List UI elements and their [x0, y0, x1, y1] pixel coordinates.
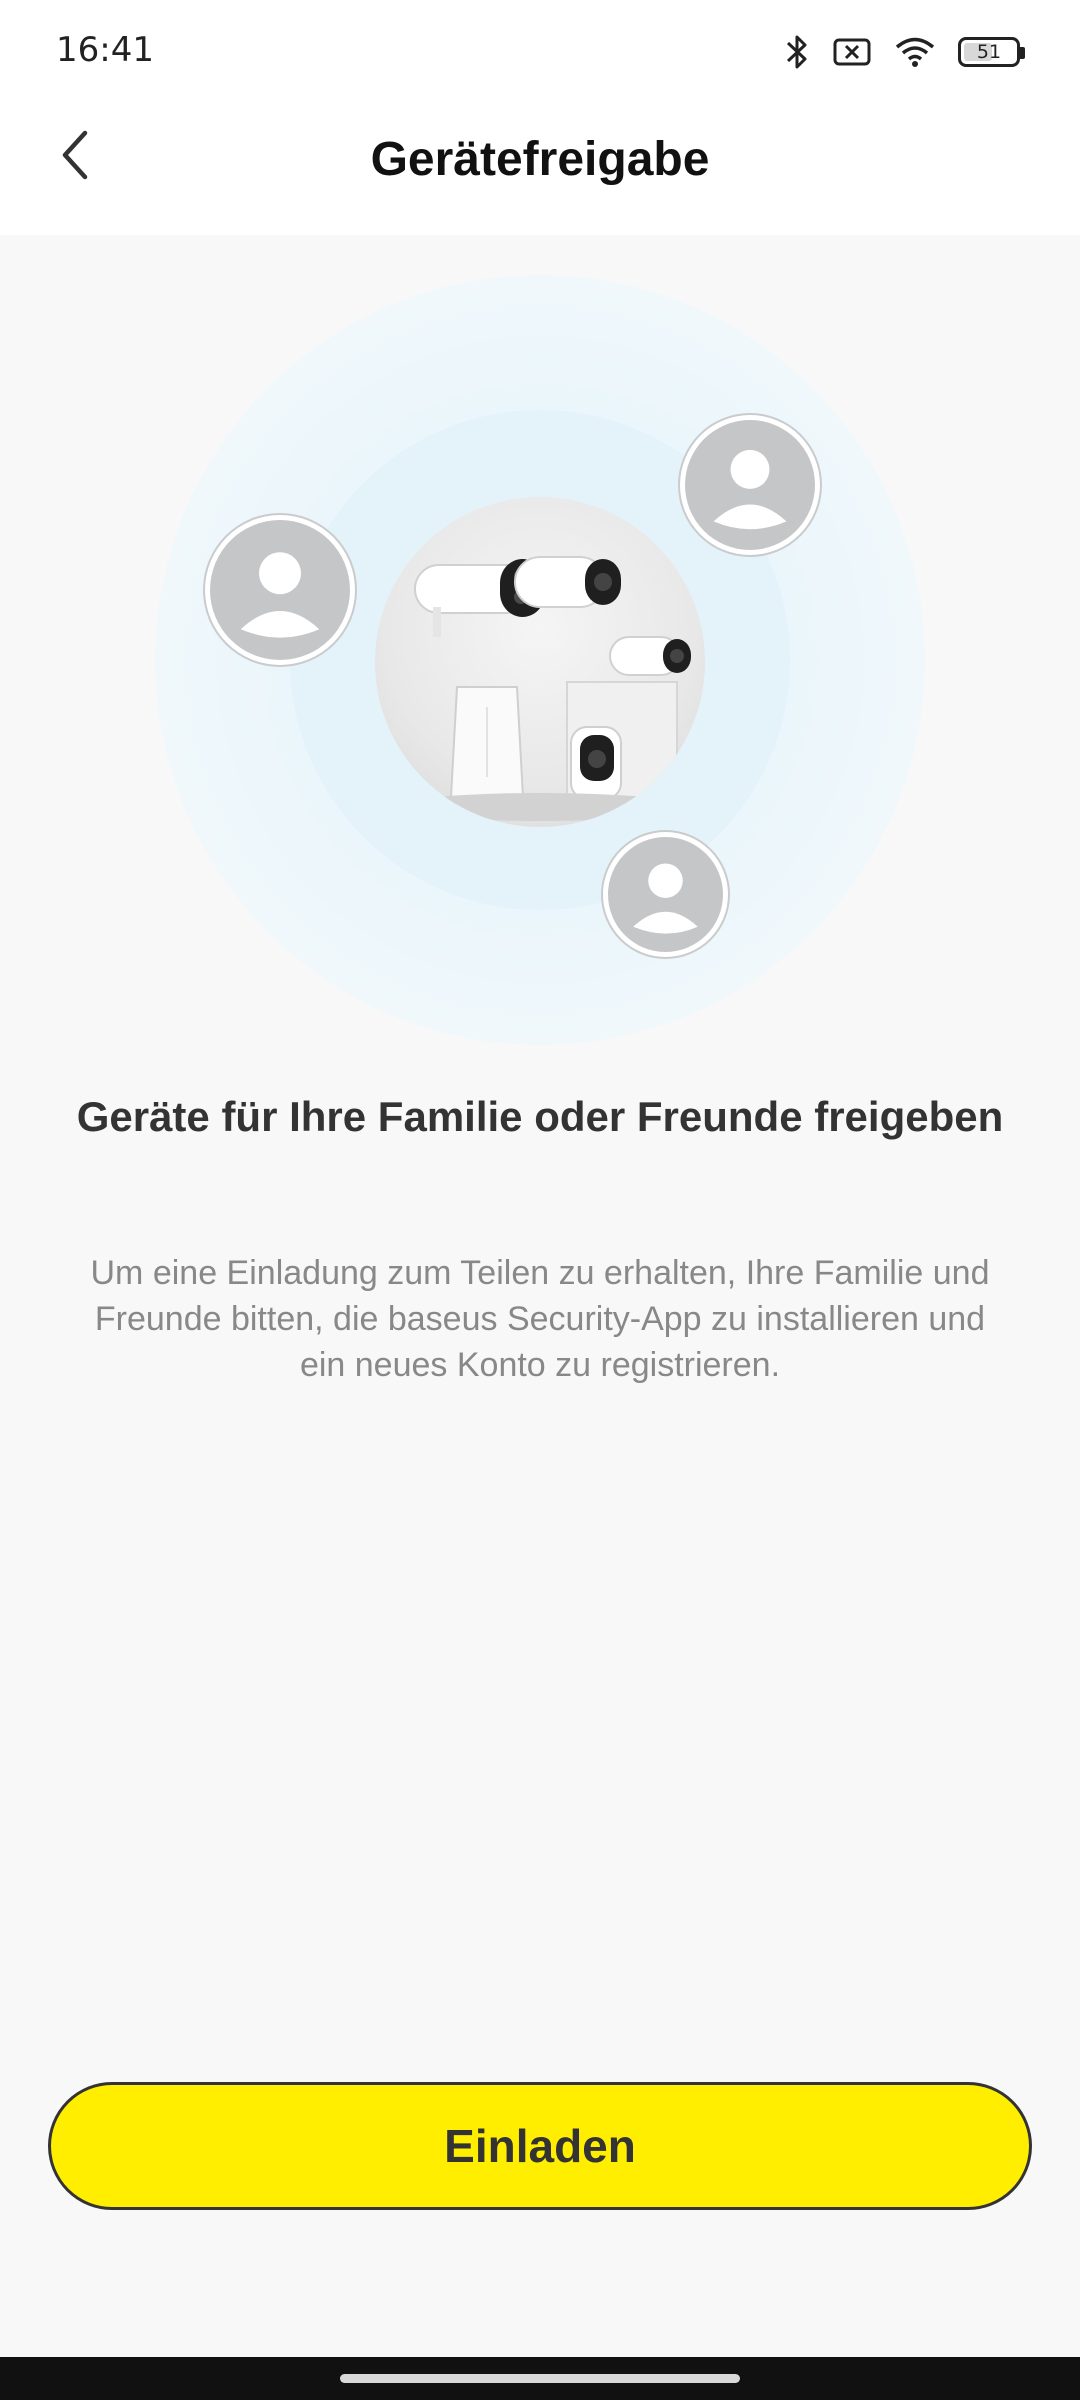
status-bar: 16:41 51 [0, 0, 1080, 100]
user-avatar-icon [608, 837, 723, 952]
invite-button-label: Einladen [444, 2120, 636, 2172]
battery-level: 51 [976, 41, 1002, 63]
user-avatar-icon [685, 420, 815, 550]
status-icons: 51 [784, 30, 1025, 74]
share-headline: Geräte für Ihre Familie oder Freunde fre… [76, 1093, 1004, 1140]
status-time: 16:41 [56, 30, 154, 70]
battery-icon: 51 [958, 37, 1025, 67]
page-title: Gerätefreigabe [370, 133, 710, 186]
home-indicator[interactable] [340, 2374, 740, 2383]
user-avatar-icon [210, 520, 350, 660]
wifi-icon [895, 37, 935, 67]
share-description: Um eine Einladung zum Teilen zu erhalten… [90, 1254, 990, 1384]
app-bar: Gerätefreigabe [0, 100, 1080, 235]
invite-button[interactable]: Einladen [48, 2082, 1032, 2210]
sharing-illustration [155, 275, 925, 1045]
bluetooth-icon [786, 35, 807, 69]
no-sim-icon [833, 38, 871, 66]
security-cameras-illustration [375, 497, 705, 827]
